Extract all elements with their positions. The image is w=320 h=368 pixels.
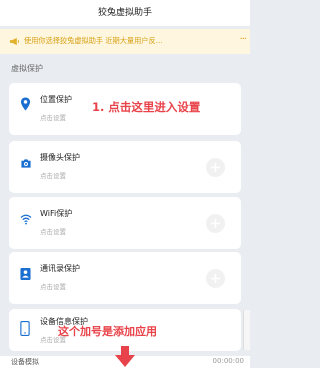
- contacts-protection-card[interactable]: 通讯录保护 点击设置: [9, 252, 241, 304]
- page-title: 狡兔虚拟助手: [97, 8, 152, 18]
- notice-bar[interactable]: 使用你选择狡兔虚拟助手 近期大量用户反… ···: [0, 29, 250, 54]
- add-app-button[interactable]: [206, 269, 225, 288]
- card-label: 摄像头保护: [40, 153, 80, 162]
- card-label: 通讯录保护: [40, 264, 80, 273]
- location-pin-icon: [20, 97, 31, 111]
- add-app-button[interactable]: [206, 214, 225, 233]
- wifi-icon: [20, 214, 32, 225]
- bottom-section-title: 设备模拟: [11, 358, 39, 366]
- more-icon[interactable]: ···: [239, 34, 246, 45]
- wifi-protection-card[interactable]: WiFi保护 点击设置: [9, 197, 241, 249]
- add-app-button[interactable]: [206, 158, 225, 177]
- plus-icon: [211, 219, 220, 228]
- card-subtitle: 点击设置: [40, 114, 66, 122]
- side-panel-edge: [243, 310, 250, 350]
- card-subtitle: 点击设置: [40, 283, 66, 291]
- section-title: 虚拟保护: [11, 64, 43, 73]
- bottom-section-time: 00:00:00: [212, 357, 244, 365]
- annotation-step1: 1. 点击这里进入设置: [92, 100, 201, 114]
- annotation-plus-hint: 这个加号是添加应用: [58, 325, 157, 338]
- notice-text: 使用你选择狡兔虚拟助手 近期大量用户反…: [24, 36, 163, 45]
- card-subtitle: 点击设置: [40, 228, 66, 236]
- card-label: 位置保护: [40, 95, 72, 104]
- phone-icon: [20, 321, 30, 336]
- card-subtitle: 点击设置: [40, 172, 66, 180]
- camera-protection-card[interactable]: 摄像头保护 点击设置: [9, 141, 241, 193]
- title-bar: 狡兔虚拟助手: [0, 0, 250, 26]
- megaphone-icon: [9, 37, 19, 46]
- plus-icon: [211, 274, 220, 283]
- contacts-icon: [20, 268, 31, 280]
- plus-icon: [211, 163, 220, 172]
- down-arrow-icon: [115, 346, 135, 367]
- camera-icon: [21, 159, 31, 168]
- card-label: WiFi保护: [40, 209, 73, 218]
